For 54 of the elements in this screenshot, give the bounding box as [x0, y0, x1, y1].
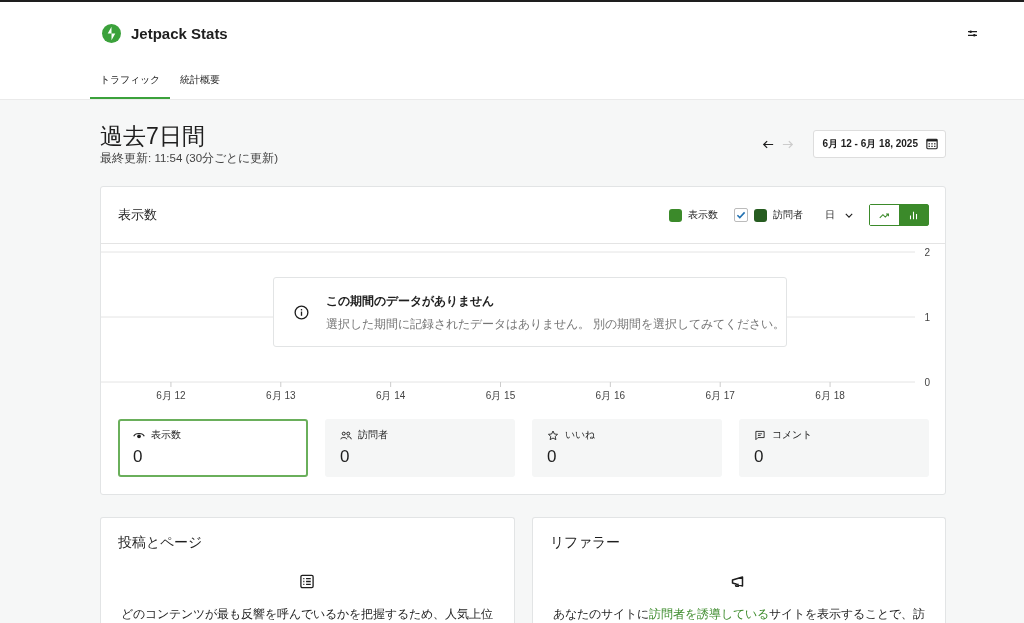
page-title: 過去7日間: [100, 122, 206, 150]
y-axis-label: 0: [924, 376, 930, 388]
stat-label: コメント: [772, 428, 812, 442]
stat-value: 0: [340, 447, 351, 467]
date-range-button[interactable]: 6月 12 - 6月 18, 2025: [813, 130, 946, 158]
module-description: どのコンテンツが最も反響を呼んでいるかを把握するため、人気上位: [121, 607, 494, 622]
stat-card[interactable]: コメント 0: [739, 419, 929, 477]
nav-tab[interactable]: 統計概要: [170, 65, 230, 99]
legend-label: 表示数: [688, 208, 718, 222]
legend-checkbox[interactable]: [734, 208, 748, 222]
star-icon: [547, 429, 559, 441]
y-axis-label: 1: [924, 311, 930, 323]
inline-link[interactable]: 訪問者を誘導している: [648, 608, 769, 620]
last-updated-text: 最終更新: 11:54 (30分ごとに更新): [100, 151, 278, 166]
people-icon: [340, 429, 352, 441]
arrow-right-icon: [782, 139, 795, 149]
bar-chart-toggle[interactable]: [899, 205, 928, 225]
stat-card[interactable]: いいね 0: [532, 419, 722, 477]
app-title: Jetpack Stats: [131, 25, 228, 42]
stat-card[interactable]: 訪問者 0: [325, 419, 515, 477]
y-axis-label: 2: [924, 246, 930, 258]
calendar-icon: [926, 138, 938, 150]
stat-label: 訪問者: [358, 428, 388, 442]
x-axis-label: 6月 18: [815, 390, 845, 401]
bar-chart-icon: [908, 210, 919, 220]
x-axis-label: 6月 13: [266, 390, 296, 401]
legend-label: 訪問者: [773, 208, 803, 222]
x-axis-label: 6月 17: [705, 390, 735, 401]
stat-card[interactable]: 表示数 0: [118, 419, 308, 477]
stat-label: 表示数: [151, 428, 181, 442]
stat-value: 0: [754, 447, 765, 467]
comment-icon: [754, 429, 766, 441]
logo-icon: [102, 24, 121, 43]
stat-label: いいね: [565, 428, 595, 442]
x-axis-label: 6月 12: [156, 390, 186, 401]
notice-text: 選択した期間に記録されたデータはありません。 別の期間を選択してみてください。: [326, 316, 786, 332]
nav-tab[interactable]: トラフィック: [90, 65, 170, 99]
arrow-left-icon: [762, 139, 775, 149]
module-description: あなたのサイトに訪問者を誘導しているサイトを表示することで、訪: [552, 607, 925, 622]
list-icon: [299, 574, 316, 589]
x-axis-label: 6月 16: [595, 390, 626, 401]
x-axis-label: 6月 15: [485, 390, 516, 401]
module-title: 投稿とページ: [118, 534, 202, 552]
notice-title: この期間のデータがありません: [326, 292, 495, 310]
stat-value: 0: [133, 447, 144, 467]
info-icon: [294, 304, 309, 320]
settings-icon[interactable]: [967, 29, 978, 38]
module-title: リファラー: [549, 534, 620, 552]
stat-value: 0: [547, 447, 558, 467]
trend-line-icon: [879, 210, 890, 220]
interval-dropdown[interactable]: 日: [819, 207, 859, 223]
chevron-down-icon: [845, 212, 853, 218]
x-axis-label: 6月 14: [375, 390, 406, 401]
chart-title: 表示数: [118, 206, 157, 224]
